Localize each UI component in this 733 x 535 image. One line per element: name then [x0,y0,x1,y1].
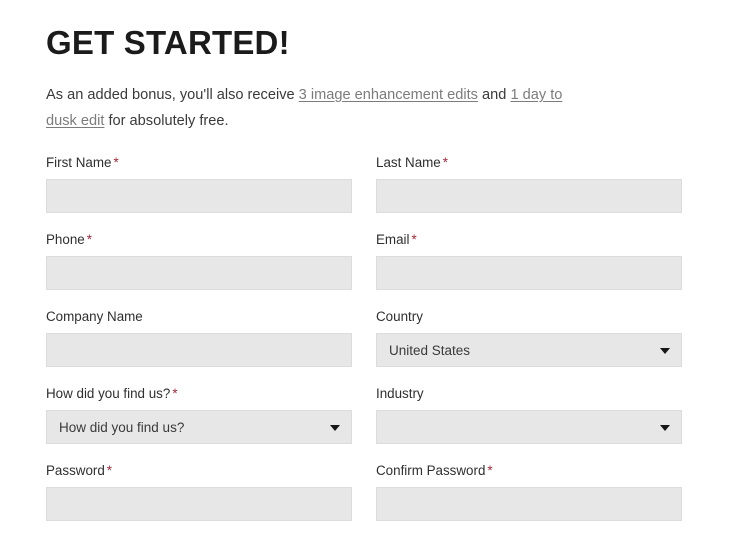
label-text: Confirm Password [376,463,486,478]
required-asterisk: * [106,463,113,478]
field-phone: Phone * [46,231,352,290]
signup-form: First Name * Last Name * Phone * Email * Com… [46,134,687,521]
field-label-first-name: First Name * [46,154,352,171]
intro-text-part-2: and [477,87,511,103]
field-password: Password * [46,462,352,521]
field-label-how-did-you-find-us: How did you find us? * [46,385,352,402]
form-row: First Name * Last Name * [46,154,687,213]
field-label-industry: Industry [376,385,682,402]
signup-page: GET STARTED! As an added bonus, you'll a… [0,0,733,535]
first-name-input[interactable] [46,179,352,213]
password-input[interactable] [46,487,352,521]
form-row: Password * Confirm Password * [46,462,687,521]
form-row: Phone * Email * [46,231,687,290]
field-label-password: Password * [46,462,352,479]
intro-text-part-3: for absolutely free. [104,113,229,129]
field-label-last-name: Last Name * [376,154,682,171]
phone-input[interactable] [46,256,352,290]
field-label-phone: Phone * [46,231,352,248]
form-row: How did you find us? * How did you find u… [46,385,687,444]
label-text: Country [376,309,423,324]
label-text: Email [376,232,410,247]
how-did-you-find-us-select[interactable]: How did you find us? [46,410,352,444]
field-first-name: First Name * [46,154,352,213]
field-country: Country United States [376,308,682,367]
email-input[interactable] [376,256,682,290]
field-label-confirm-password: Confirm Password * [376,462,682,479]
required-asterisk: * [442,155,448,170]
label-text: Phone [46,232,85,247]
how-did-you-find-us-select-value[interactable]: How did you find us? [46,410,352,444]
required-asterisk: * [487,463,493,478]
country-select-value[interactable]: United States [376,333,682,367]
form-row: Company Name Country United States [46,308,687,367]
field-how-did-you-find-us: How did you find us? * How did you find u… [46,385,352,444]
field-label-company-name: Company Name [46,308,352,325]
page-title: GET STARTED! [46,24,290,61]
field-label-email: Email * [376,231,682,248]
label-text: First Name [46,155,112,170]
industry-select[interactable] [376,410,682,444]
company-name-input[interactable] [46,333,352,367]
last-name-input[interactable] [376,179,682,213]
label-text: How did you find us? [46,386,171,401]
intro-paragraph: As an added bonus, you'll also receive 3… [46,64,576,134]
country-select[interactable]: United States [376,333,682,367]
required-asterisk [424,386,426,401]
field-company-name: Company Name [46,308,352,367]
label-text: Password [46,463,105,478]
required-asterisk: * [172,386,178,401]
required-asterisk: * [113,155,119,170]
industry-select-value[interactable] [376,410,682,444]
required-asterisk: * [411,232,417,247]
label-text: Company Name [46,309,143,324]
field-label-country: Country [376,308,682,325]
required-asterisk [423,309,425,324]
intro-text-part-1: As an added bonus, you'll also receive [46,87,299,103]
field-confirm-password: Confirm Password * [376,462,682,521]
label-text: Industry [376,386,424,401]
required-asterisk [143,309,145,324]
confirm-password-input[interactable] [376,487,682,521]
field-last-name: Last Name * [376,154,682,213]
required-asterisk: * [86,232,92,247]
label-text: Last Name [376,155,441,170]
field-industry: Industry [376,385,682,444]
field-email: Email * [376,231,682,290]
image-enhancement-edits-link[interactable]: 3 image enhancement edits [299,87,478,103]
